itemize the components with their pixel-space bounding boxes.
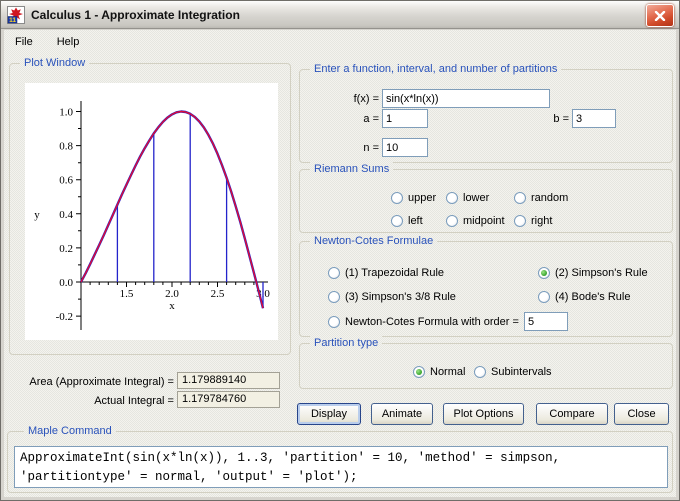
radio-subintervals[interactable]: Subintervals — [474, 365, 552, 379]
actual-integral-label: Actual Integral = — [9, 394, 174, 408]
svg-text:0.6: 0.6 — [59, 175, 73, 187]
radio-newton-cotes-order[interactable]: Newton-Cotes Formula with order = — [328, 315, 519, 329]
area-approx-label: Area (Approximate Integral) = — [9, 375, 174, 389]
radio-circle-icon — [514, 192, 526, 204]
radio-label: left — [408, 215, 423, 227]
partition-type-group-title: Partition type — [310, 336, 382, 351]
maple-command-text[interactable]: ApproximateInt(sin(x*ln(x)), 1..3, 'part… — [14, 446, 668, 488]
order-input[interactable] — [524, 312, 568, 331]
radio-simpsons-rule[interactable]: (2) Simpson's Rule — [538, 266, 648, 280]
animate-button[interactable]: Animate — [371, 403, 433, 425]
riemann-group-title: Riemann Sums — [310, 162, 393, 177]
radio-label: right — [531, 215, 552, 227]
radio-circle-icon — [514, 215, 526, 227]
actual-integral-value: 1.179784760 — [177, 391, 280, 408]
radio-midpoint[interactable]: midpoint — [446, 214, 505, 228]
radio-lower[interactable]: lower — [446, 191, 489, 205]
a-input[interactable] — [382, 109, 428, 128]
svg-text:2.0: 2.0 — [165, 288, 179, 300]
compare-button[interactable]: Compare — [536, 403, 608, 425]
menu-file[interactable]: File — [11, 34, 37, 50]
close-icon — [654, 11, 666, 21]
n-input[interactable] — [382, 138, 428, 157]
menu-bar: File Help — [5, 31, 675, 53]
b-input[interactable] — [572, 109, 616, 128]
radio-label: Normal — [430, 366, 465, 378]
radio-label: Subintervals — [491, 366, 552, 378]
svg-text:0.0: 0.0 — [59, 277, 73, 289]
radio-label: (3) Simpson's 3/8 Rule — [345, 291, 456, 303]
radio-circle-icon — [446, 215, 458, 227]
maple-command-group-title: Maple Command — [24, 424, 116, 439]
svg-text:0.4: 0.4 — [59, 209, 73, 221]
radio-left[interactable]: left — [391, 214, 423, 228]
area-approx-value: 1.179889140 — [177, 372, 280, 389]
function-group-title: Enter a function, interval, and number o… — [310, 62, 561, 77]
n-label: n = — [299, 141, 379, 155]
svg-text:11: 11 — [9, 17, 16, 24]
radio-circle-icon — [328, 267, 340, 279]
close-dialog-button[interactable]: Close — [614, 403, 669, 425]
plot-window-group-title: Plot Window — [20, 56, 89, 71]
radio-simpsons-38-rule[interactable]: (3) Simpson's 3/8 Rule — [328, 290, 456, 304]
radio-circle-icon — [413, 366, 425, 378]
svg-text:x: x — [169, 300, 175, 312]
radio-circle-icon — [446, 192, 458, 204]
radio-label: random — [531, 192, 568, 204]
fx-label: f(x) = — [299, 92, 379, 106]
radio-label: (4) Bode's Rule — [555, 291, 630, 303]
menu-help[interactable]: Help — [53, 34, 84, 50]
radio-random[interactable]: random — [514, 191, 568, 205]
radio-circle-icon — [474, 366, 486, 378]
radio-label: lower — [463, 192, 489, 204]
display-button[interactable]: Display — [297, 403, 361, 425]
a-label: a = — [299, 112, 379, 126]
svg-text:1.5: 1.5 — [120, 288, 134, 300]
svg-text:-0.2: -0.2 — [56, 311, 73, 323]
svg-text:0.8: 0.8 — [59, 141, 73, 153]
radio-circle-icon — [538, 291, 550, 303]
radio-circle-icon — [391, 215, 403, 227]
radio-label: upper — [408, 192, 436, 204]
radio-right[interactable]: right — [514, 214, 552, 228]
plot-canvas: 1.52.02.53.0-0.20.00.20.40.60.81.0yx — [25, 83, 278, 340]
radio-label: (2) Simpson's Rule — [555, 267, 648, 279]
radio-circle-icon — [328, 291, 340, 303]
svg-text:0.2: 0.2 — [59, 243, 73, 255]
b-label: b = — [531, 112, 569, 126]
window-title: Calculus 1 - Approximate Integration — [31, 8, 240, 22]
title-bar: 11 Calculus 1 - Approximate Integration — [1, 1, 679, 29]
close-button[interactable] — [646, 4, 674, 27]
plot-options-button[interactable]: Plot Options — [443, 403, 524, 425]
radio-label: midpoint — [463, 215, 505, 227]
radio-circle-icon — [391, 192, 403, 204]
radio-upper[interactable]: upper — [391, 191, 436, 205]
svg-text:1.0: 1.0 — [59, 107, 73, 119]
fx-input[interactable] — [382, 89, 550, 108]
radio-bodes-rule[interactable]: (4) Bode's Rule — [538, 290, 630, 304]
app-window: 11 Calculus 1 - Approximate Integration … — [0, 0, 680, 501]
svg-text:2.5: 2.5 — [211, 288, 225, 300]
radio-trapezoidal-rule[interactable]: (1) Trapezoidal Rule — [328, 266, 444, 280]
radio-circle-icon — [328, 316, 340, 328]
newton-cotes-group-title: Newton-Cotes Formulae — [310, 234, 437, 249]
maple-app-icon: 11 — [7, 6, 25, 24]
radio-circle-icon — [538, 267, 550, 279]
svg-text:y: y — [34, 209, 40, 221]
radio-label: (1) Trapezoidal Rule — [345, 267, 444, 279]
radio-label: Newton-Cotes Formula with order = — [345, 316, 519, 328]
radio-normal[interactable]: Normal — [413, 365, 465, 379]
